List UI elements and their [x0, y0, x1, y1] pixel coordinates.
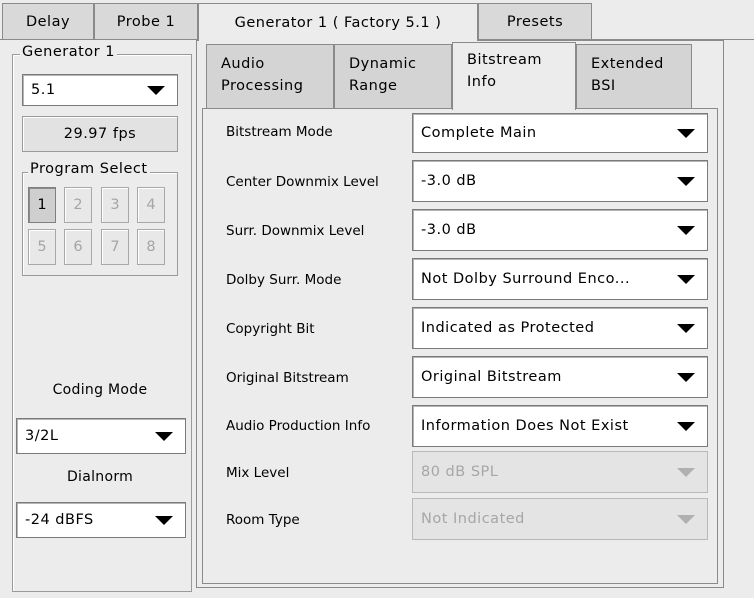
audio-production-info-dropdown[interactable]: Information Does Not Exist — [412, 405, 708, 447]
program-button-8[interactable]: 8 — [137, 229, 165, 265]
tab-label: Delay — [25, 13, 71, 30]
program-select-label: Program Select — [28, 161, 150, 177]
center-downmix-level-value: -3.0 dB — [421, 173, 477, 189]
preset-value: 5.1 — [31, 82, 56, 98]
chevron-down-icon — [677, 515, 695, 524]
tab-label: Presets — [506, 13, 564, 30]
copyright-bit-dropdown[interactable]: Indicated as Protected — [412, 307, 708, 349]
dialnorm-label: Dialnorm — [66, 469, 134, 485]
coding-mode-value: 3/2L — [25, 428, 59, 444]
program-button-2[interactable]: 2 — [64, 187, 92, 223]
audio-production-info-label: Audio Production Info — [226, 418, 371, 434]
program-button-5[interactable]: 5 — [28, 229, 56, 265]
chevron-down-icon — [677, 373, 695, 382]
tab-label-line2: Info — [467, 74, 497, 90]
bitstream-mode-label: Bitstream Mode — [226, 124, 333, 140]
tab-dynamic-range[interactable]: Dynamic Range — [334, 44, 452, 108]
program-button-4[interactable]: 4 — [137, 187, 165, 223]
bitstream-mode-value: Complete Main — [421, 125, 537, 141]
chevron-down-icon — [677, 129, 695, 138]
tab-probe-1[interactable]: Probe 1 — [94, 3, 198, 39]
generator-group-label: Generator 1 — [20, 44, 117, 60]
dolby-surr-mode-label: Dolby Surr. Mode — [226, 272, 342, 288]
tab-label-line1: Dynamic — [349, 56, 417, 72]
center-downmix-level-label: Center Downmix Level — [226, 174, 379, 190]
chevron-down-icon — [677, 226, 695, 235]
coding-mode-label: Coding Mode — [52, 382, 148, 398]
program-button-3[interactable]: 3 — [101, 187, 129, 223]
tab-label-line1: Extended — [591, 56, 664, 72]
room-type-dropdown[interactable]: Not Indicated — [412, 498, 708, 540]
tab-label-line1: Audio — [221, 56, 265, 72]
frame-rate-display: 29.97 fps — [22, 116, 178, 152]
chevron-down-icon — [155, 516, 173, 525]
copyright-bit-value: Indicated as Protected — [421, 320, 595, 336]
room-type-value: Not Indicated — [421, 511, 525, 527]
chevron-down-icon — [155, 432, 173, 441]
chevron-down-icon — [677, 324, 695, 333]
copyright-bit-label: Copyright Bit — [226, 321, 315, 337]
room-type-label: Room Type — [226, 512, 300, 528]
tab-label-line2: Range — [349, 78, 398, 94]
chevron-down-icon — [677, 422, 695, 431]
tab-label-line1: Bitstream — [467, 52, 542, 68]
frame-rate-value: 29.97 fps — [63, 126, 137, 142]
bitstream-mode-dropdown[interactable]: Complete Main — [412, 113, 708, 153]
original-bitstream-dropdown[interactable]: Original Bitstream — [412, 356, 708, 398]
tab-label-line2: BSI — [591, 78, 616, 94]
dialnorm-value: -24 dBFS — [25, 512, 94, 528]
program-button-7[interactable]: 7 — [101, 229, 129, 265]
original-bitstream-label: Original Bitstream — [226, 370, 349, 386]
dialnorm-dropdown[interactable]: -24 dBFS — [16, 502, 186, 538]
mix-level-dropdown[interactable]: 80 dB SPL — [412, 451, 708, 493]
surr-downmix-level-value: -3.0 dB — [421, 222, 477, 238]
tab-delay[interactable]: Delay — [2, 3, 94, 39]
chevron-down-icon — [677, 275, 695, 284]
audio-production-info-value: Information Does Not Exist — [421, 418, 629, 434]
tab-bitstream-info[interactable]: Bitstream Info — [452, 42, 576, 110]
mix-level-value: 80 dB SPL — [421, 464, 499, 480]
tab-extended-bsi[interactable]: Extended BSI — [576, 44, 692, 108]
surr-downmix-level-label: Surr. Downmix Level — [226, 223, 365, 239]
preset-dropdown[interactable]: 5.1 — [22, 74, 178, 106]
center-downmix-level-dropdown[interactable]: -3.0 dB — [412, 160, 708, 202]
tab-audio-processing[interactable]: Audio Processing — [206, 44, 334, 108]
tab-label-line2: Processing — [221, 78, 304, 94]
program-button-6[interactable]: 6 — [64, 229, 92, 265]
tab-label: Probe 1 — [116, 13, 176, 30]
tab-label: Generator 1 ( Factory 5.1 ) — [234, 14, 442, 31]
chevron-down-icon — [677, 177, 695, 186]
mix-level-label: Mix Level — [226, 465, 290, 481]
window: Delay Probe 1 Generator 1 ( Factory 5.1 … — [0, 0, 754, 598]
dolby-surr-mode-dropdown[interactable]: Not Dolby Surround Enco... — [412, 258, 708, 300]
chevron-down-icon — [147, 86, 165, 95]
chevron-down-icon — [677, 468, 695, 477]
tab-generator-1[interactable]: Generator 1 ( Factory 5.1 ) — [198, 3, 478, 41]
tab-presets[interactable]: Presets — [478, 3, 592, 39]
original-bitstream-value: Original Bitstream — [421, 369, 562, 385]
dolby-surr-mode-value: Not Dolby Surround Enco... — [421, 271, 631, 287]
program-button-1[interactable]: 1 — [28, 187, 56, 223]
coding-mode-dropdown[interactable]: 3/2L — [16, 418, 186, 454]
surr-downmix-level-dropdown[interactable]: -3.0 dB — [412, 209, 708, 251]
